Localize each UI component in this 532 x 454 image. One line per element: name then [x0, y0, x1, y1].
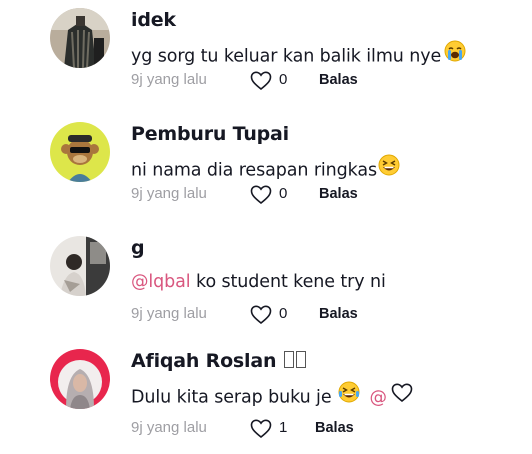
mention-link[interactable]: @lqbal	[131, 272, 191, 292]
like-count: 0	[279, 305, 288, 322]
comment-actions: 9j yang lalu 0 Balas	[131, 304, 511, 326]
heart-icon[interactable]	[249, 69, 273, 93]
comment-item: Afiqah Roslan Dulu kita serap buku je @ …	[0, 341, 532, 454]
avatar[interactable]	[50, 349, 110, 409]
reply-button[interactable]: Balas	[315, 420, 354, 436]
comment-actions: 9j yang lalu 1 Balas	[131, 418, 511, 440]
like-count: 1	[279, 419, 288, 436]
comment-text-body: yg sorg tu keluar kan balik ilmu nye	[131, 46, 442, 67]
heart-icon[interactable]	[249, 417, 273, 441]
loudly-crying-face-icon	[444, 40, 466, 69]
comment-item: idek yg sorg tu keluar kan balik ilmu ny…	[0, 0, 532, 113]
like-count: 0	[279, 185, 288, 202]
grinning-squinting-face-icon	[338, 381, 360, 410]
comment-time: 9j yang lalu	[131, 185, 207, 202]
heart-icon[interactable]	[249, 303, 273, 327]
comment-text: yg sorg tu keluar kan balik ilmu nye	[131, 40, 522, 71]
comment-actions: 9j yang lalu 0 Balas	[131, 70, 511, 92]
missing-glyph-icon	[282, 350, 307, 372]
comment-username[interactable]: idek	[131, 8, 522, 32]
reply-button[interactable]: Balas	[319, 72, 358, 88]
comment-username[interactable]: Pemburu Tupai	[131, 122, 522, 146]
comment-text-body: ko student kene try ni	[190, 272, 386, 292]
comment-time: 9j yang lalu	[131, 305, 207, 322]
avatar[interactable]	[50, 8, 110, 68]
comment-text-body: Dulu kita serap buku je	[131, 387, 332, 408]
comment-time: 9j yang lalu	[131, 419, 207, 436]
grinning-squinting-face-icon	[378, 154, 400, 183]
avatar[interactable]	[50, 122, 110, 182]
comment-item: g @lqbal ko student kene try ni 9j yang …	[0, 228, 532, 341]
comment-text: ni nama dia resapan ringkas	[131, 154, 522, 185]
comment-time: 9j yang lalu	[131, 71, 207, 88]
comment-actions: 9j yang lalu 0 Balas	[131, 184, 511, 206]
comment-text: @lqbal ko student kene try ni	[131, 270, 522, 294]
reply-button[interactable]: Balas	[319, 306, 358, 322]
reply-button[interactable]: Balas	[319, 186, 358, 202]
heart-icon	[390, 381, 414, 410]
comment-username-text: Afiqah Roslan	[131, 350, 277, 372]
comment-username[interactable]: g	[131, 236, 522, 260]
comment-item: Pemburu Tupai ni nama dia resapan ringka…	[0, 114, 532, 227]
like-count: 0	[279, 71, 288, 88]
heart-icon[interactable]	[249, 183, 273, 207]
mention-link[interactable]: @	[369, 388, 387, 408]
avatar[interactable]	[50, 236, 110, 296]
comment-username[interactable]: Afiqah Roslan	[131, 349, 522, 373]
comment-text-body: ni nama dia resapan ringkas	[131, 160, 378, 181]
comment-text: Dulu kita serap buku je @	[131, 381, 522, 412]
